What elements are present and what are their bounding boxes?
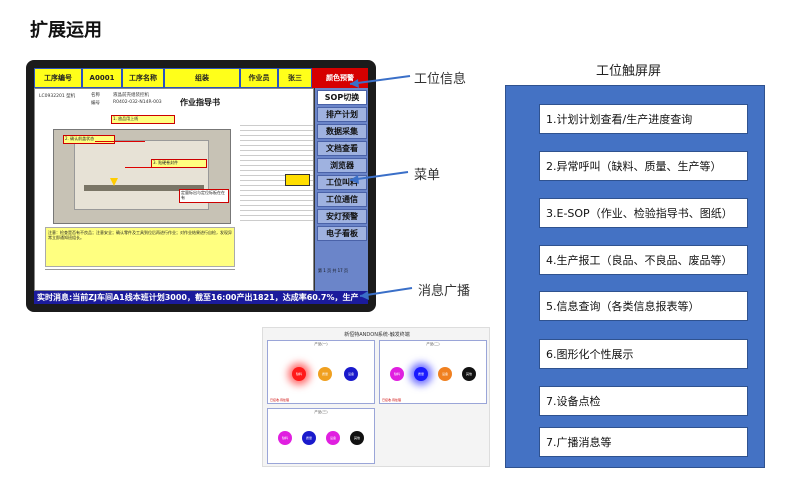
andon-button-other[interactable]: 其他 [462, 367, 476, 381]
panel-head: 产品(二) [426, 342, 440, 346]
feature-item: 6.图形化个性展示 [539, 339, 748, 369]
andon-button-shortage[interactable]: 缺料 [390, 367, 404, 381]
andon-terminal: 新恒特ANDON系统-触发终端 产品(一) 缺料 质量 设备 已接收·待处理 产… [262, 327, 490, 467]
callout-broadcast: 消息广播 [418, 284, 471, 299]
feature-item: 5.信息查询（各类信息报表等） [539, 291, 748, 321]
callout-menu: 菜单 [414, 168, 441, 183]
andon-title: 新恒特ANDON系统-触发终端 [344, 332, 410, 338]
andon-button-quality[interactable]: 质量 [414, 367, 428, 381]
andon-button-shortage[interactable]: 缺料 [278, 431, 292, 445]
feature-item: 1.计划计划查看/生产进度查询 [539, 104, 748, 134]
panel-status: 已接收·待处理 [270, 398, 289, 402]
andon-button-equipment[interactable]: 设备 [326, 431, 340, 445]
andon-button-quality[interactable]: 质量 [302, 431, 316, 445]
andon-panel-3: 产品(三) 缺料 质量 设备 其他 [267, 408, 375, 464]
andon-panel-2: 产品(二) 缺料 质量 设备 其他 已接收·待处理 [379, 340, 487, 404]
andon-panel-1: 产品(一) 缺料 质量 设备 已接收·待处理 [267, 340, 375, 404]
feature-item: 3.E-SOP（作业、检验指导书、图纸） [539, 198, 748, 228]
feature-item: 2.异常呼叫（缺料、质量、生产等） [539, 151, 748, 181]
andon-button-other[interactable]: 其他 [350, 431, 364, 445]
andon-button-equipment[interactable]: 设备 [438, 367, 452, 381]
feature-item: 7.设备点检 [539, 386, 748, 416]
panel-head: 产品(三) [314, 410, 328, 414]
feature-item: 4.生产报工（良品、不良品、废品等） [539, 245, 748, 275]
andon-button-equipment[interactable]: 设备 [344, 367, 358, 381]
andon-button-quality[interactable]: 质量 [318, 367, 332, 381]
panel-status: 已接收·待处理 [382, 398, 401, 402]
touchscreen-title: 工位触屏屏 [596, 64, 662, 79]
callout-station-info: 工位信息 [414, 72, 467, 87]
feature-list-panel: 1.计划计划查看/生产进度查询 2.异常呼叫（缺料、质量、生产等） 3.E-SO… [505, 85, 765, 468]
feature-item: 7.广播消息等 [539, 427, 748, 457]
panel-head: 产品(一) [314, 342, 328, 346]
andon-button-shortage[interactable]: 缺料 [292, 367, 306, 381]
